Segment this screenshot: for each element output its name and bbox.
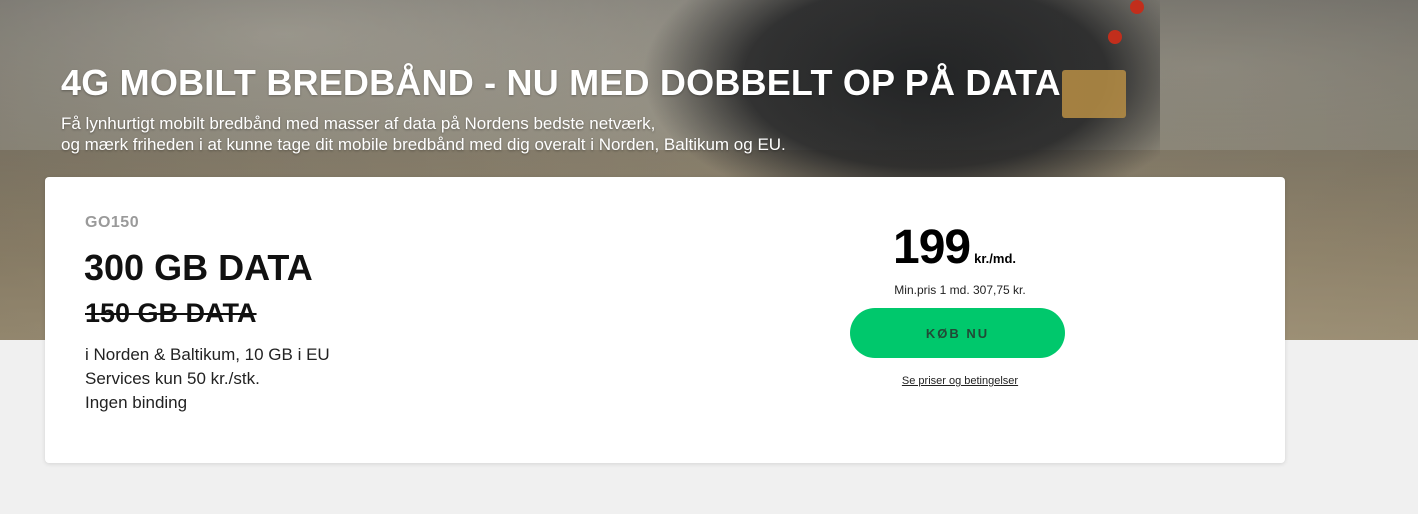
plan-features: i Norden & Baltikum, 10 GB i EU Services… <box>85 343 330 415</box>
plan-card: GO150 300 GB DATA 150 GB DATA i Norden &… <box>45 177 1285 463</box>
buy-button[interactable]: KØB NU <box>850 308 1065 358</box>
plan-old-data-amount: 150 GB DATA <box>85 298 257 328</box>
hero-subtitle-line1: Få lynhurtigt mobilt bredbånd med masser… <box>61 114 656 133</box>
feature-item: i Norden & Baltikum, 10 GB i EU <box>85 345 330 364</box>
feature-item: Services kun 50 kr./stk. <box>85 369 260 388</box>
page-title: 4G MOBILT BREDBÅND - NU MED DOBBELT OP P… <box>61 62 1061 103</box>
terms-link[interactable]: Se priser og betingelser <box>850 375 1070 387</box>
min-price: Min.pris 1 md. 307,75 kr. <box>894 283 1026 297</box>
feature-item: Ingen binding <box>85 393 188 412</box>
plan-data-amount: 300 GB DATA <box>84 247 313 288</box>
price-amount: 199 <box>893 221 971 274</box>
hero-subtitle-line2: og mærk friheden i at kunne tage dit mob… <box>61 135 786 154</box>
price: 199 kr./md. <box>893 220 1016 275</box>
plan-code: GO150 <box>85 214 140 231</box>
price-unit: kr./md. <box>974 251 1017 266</box>
